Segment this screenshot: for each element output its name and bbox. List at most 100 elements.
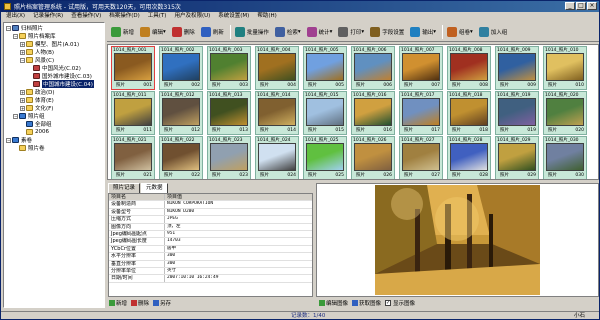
metadata-row[interactable]: 分辨率单位 英寸	[109, 267, 312, 276]
collapse-icon[interactable]: −	[6, 25, 11, 31]
maximize-button[interactable]: □	[576, 2, 586, 10]
photo-thumbnail[interactable]: 1014_照片_027 照片 027	[399, 136, 443, 179]
toolbar-button-print[interactable]: 打印 ▾	[336, 25, 366, 39]
photo-thumbnail[interactable]: 1014_照片_028 照片 028	[447, 136, 491, 179]
photo-thumbnail[interactable]: 1014_照片_006 照片 006	[351, 46, 395, 90]
save-as-record-button[interactable]: 另存	[153, 298, 171, 307]
photo-thumbnail[interactable]: 1014_照片_008 照片 008	[447, 46, 491, 90]
tree-node[interactable]: 中国风光(C.02)	[4, 64, 104, 72]
collapse-icon[interactable]: −	[6, 137, 11, 143]
collapse-icon[interactable]: −	[13, 33, 18, 39]
toolbar-button-edit[interactable]: 编辑 ▾	[138, 25, 168, 39]
photo-thumbnail[interactable]: 1014_照片_015 照片 015	[303, 91, 347, 135]
metadata-row[interactable]: 图像方向 顶，左	[109, 223, 312, 231]
photo-thumbnail[interactable]: 1014_照片_001 照片 001	[111, 46, 155, 90]
menu-item-0[interactable]: 退出(X)	[2, 12, 29, 21]
photo-thumbnail[interactable]: 1014_照片_017 照片 017	[399, 91, 443, 135]
expand-icon[interactable]: +	[20, 97, 25, 103]
toolbar-button-add[interactable]: 新增	[109, 25, 136, 39]
close-button[interactable]: ×	[587, 2, 597, 10]
tree-node[interactable]: 照片卷	[4, 144, 104, 152]
toolbar-button-search[interactable]: 检索 ▾	[273, 25, 303, 39]
metadata-grid[interactable]: 项目名 项目值 设备制造商 NIKON CORPORATION 设备型号 NIKON …	[108, 193, 313, 297]
toolbar-button-export[interactable]: 输出 ▾	[408, 25, 438, 39]
menu-item-3[interactable]: 档案操作(D)	[105, 12, 144, 21]
toolbar-button-add-to-group[interactable]: 加入组	[477, 25, 510, 39]
photo-thumbnail[interactable]: 1014_照片_022 照片 022	[159, 136, 203, 179]
photo-thumbnail[interactable]: 1014_照片_013 照片 013	[207, 91, 251, 135]
expand-icon[interactable]: +	[20, 49, 25, 55]
photo-thumbnail[interactable]: 1014_照片_009 照片 009	[495, 46, 539, 90]
acquire-image-button[interactable]: 获取图像	[352, 298, 381, 307]
tree-node[interactable]: − 素卷	[4, 136, 104, 144]
photo-thumbnail[interactable]: 1014_照片_029 照片 029	[495, 136, 539, 179]
collapse-icon[interactable]: −	[20, 57, 25, 63]
tree-node[interactable]: − 照片档案库	[4, 32, 104, 40]
tree-node[interactable]: − 风景(C)	[4, 56, 104, 64]
metadata-row[interactable]: 垂直分辨率 300	[109, 260, 312, 268]
tree-node[interactable]: 国外城市建设(C.03)	[4, 72, 104, 80]
tree-node[interactable]: 中国城市建设(C.04)	[4, 80, 104, 88]
photo-thumbnail[interactable]: 1014_照片_007 照片 007	[399, 46, 443, 90]
tree-node[interactable]: − 归档照片	[4, 24, 104, 32]
minimize-button[interactable]: _	[565, 2, 575, 10]
photo-thumbnail[interactable]: 1014_照片_024 照片 024	[255, 136, 299, 179]
toolbar-button-batch[interactable]: 批量操作	[233, 25, 271, 39]
photo-thumbnail[interactable]: 1014_照片_005 照片 005	[303, 46, 347, 90]
photo-thumbnail[interactable]: 1014_照片_021 照片 021	[111, 136, 155, 179]
edit-image-button[interactable]: 编辑图像	[319, 298, 348, 307]
metadata-row[interactable]: 日期/时间 2007:10:10 16:24:49	[109, 275, 312, 283]
expand-icon[interactable]: +	[20, 89, 25, 95]
menu-item-5[interactable]: 用户及权限(U)	[170, 12, 214, 21]
menu-item-4[interactable]: 工具(T)	[144, 12, 171, 21]
metadata-row[interactable]: Jpeg编码图起点 951	[109, 230, 312, 239]
photo-thumbnail[interactable]: 1014_照片_018 照片 018	[447, 91, 491, 135]
photo-thumbnail[interactable]: 1014_照片_003 照片 003	[207, 46, 251, 90]
photo-thumbnail[interactable]: 1014_照片_019 照片 019	[495, 91, 539, 135]
toolbar-button-stats[interactable]: 统计 ▾	[305, 25, 335, 39]
metadata-row[interactable]: 水平分辨率 300	[109, 253, 312, 261]
menu-item-2[interactable]: 查看操作(V)	[67, 12, 105, 21]
photo-thumbnail[interactable]: 1014_照片_016 照片 016	[351, 91, 395, 135]
tree-node[interactable]: + 模型、图片(A.01)	[4, 40, 104, 48]
tab-0[interactable]: 照片记录	[108, 183, 141, 193]
metadata-row[interactable]: YCbCr位置 居中	[109, 245, 312, 254]
photo-thumbnail[interactable]: 1014_照片_025 照片 025	[303, 136, 347, 179]
menu-item-6[interactable]: 系统设置(M)	[214, 12, 253, 21]
thumbnail-pane[interactable]: 1014_照片_001 照片 001 1014_照片_002 照片 002 1014_照片_…	[107, 44, 599, 180]
photo-thumbnail[interactable]: 1014_照片_010 照片 010	[543, 46, 587, 90]
toolbar-button-group-volume[interactable]: 组卷 ▾	[445, 25, 475, 39]
menu-item-1[interactable]: 记录操作(R)	[29, 12, 67, 21]
metadata-row[interactable]: 设备型号 NIKON D200	[109, 208, 312, 217]
tree-node[interactable]: + 体育(E)	[4, 96, 104, 104]
toolbar-button-delete[interactable]: 删除	[170, 25, 197, 39]
show-image-checkbox[interactable]: ✓ 显示图像	[385, 298, 415, 307]
add-record-button[interactable]: 新增	[109, 298, 127, 307]
tree-node[interactable]: + 人物(B)	[4, 48, 104, 56]
expand-icon[interactable]: +	[20, 105, 25, 111]
photo-thumbnail[interactable]: 1014_照片_011 照片 011	[111, 91, 155, 135]
delete-record-button[interactable]: 删除	[131, 298, 149, 307]
toolbar-button-refresh[interactable]: 刷新	[199, 25, 226, 39]
tree-node[interactable]: − 照片组	[4, 112, 104, 120]
metadata-row[interactable]: 设备制造商 NIKON CORPORATION	[109, 201, 312, 209]
tree-node[interactable]: 全部组	[4, 120, 104, 128]
menu-item-7[interactable]: 帮助(H)	[253, 12, 280, 21]
tree-node[interactable]: 2006	[4, 128, 104, 136]
photo-thumbnail[interactable]: 1014_照片_023 照片 023	[207, 136, 251, 179]
photo-thumbnail[interactable]: 1014_照片_004 照片 004	[255, 46, 299, 90]
tree-node[interactable]: + 政治(D)	[4, 88, 104, 96]
photo-thumbnail[interactable]: 1014_照片_020 照片 020	[543, 91, 587, 135]
collapse-icon[interactable]: −	[13, 113, 18, 119]
metadata-row[interactable]: Jpeg编码图长度 14703	[109, 238, 312, 246]
archive-tree[interactable]: − 归档照片 − 照片档案库 + 模型、图片(A.01) + 人物(B) − 风景(C) 中国风光(…	[3, 22, 105, 308]
photo-thumbnail[interactable]: 1014_照片_002 照片 002	[159, 46, 203, 90]
expand-icon[interactable]: +	[20, 41, 25, 47]
metadata-row[interactable]: 压缩方式 JPEG	[109, 216, 312, 224]
photo-thumbnail[interactable]: 1014_照片_014 照片 014	[255, 91, 299, 135]
photo-thumbnail[interactable]: 1014_照片_012 照片 012	[159, 91, 203, 135]
toolbar-button-fields[interactable]: 字段设置	[368, 25, 406, 39]
photo-thumbnail[interactable]: 1014_照片_030 照片 030	[543, 136, 587, 179]
tree-node[interactable]: + 文化(F)	[4, 104, 104, 112]
photo-thumbnail[interactable]: 1014_照片_026 照片 026	[351, 136, 395, 179]
